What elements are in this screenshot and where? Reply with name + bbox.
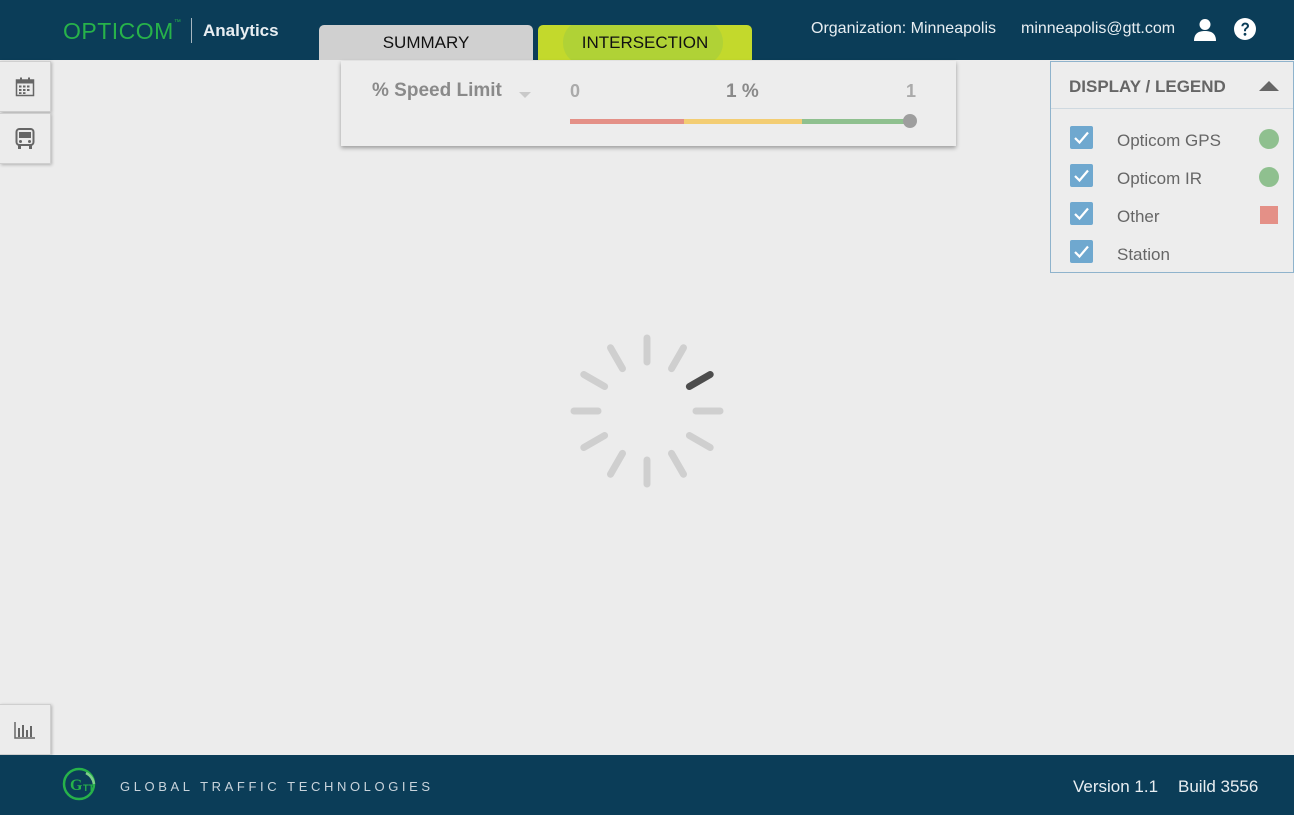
legend-circle-marker — [1259, 129, 1279, 149]
legend-label: Other — [1117, 207, 1160, 226]
legend-item-station: Station — [1051, 234, 1293, 272]
slider-min-label: 0 — [570, 81, 581, 101]
legend-square-marker — [1260, 206, 1278, 224]
metric-dropdown[interactable]: % Speed Limit — [372, 80, 502, 102]
user-icon[interactable] — [1194, 18, 1216, 42]
build-label: Build 3556 — [1178, 777, 1259, 796]
footer-bar: G TT GLOBAL TRAFFIC TECHNOLOGIES Version… — [0, 755, 1294, 815]
help-icon[interactable] — [1234, 18, 1256, 40]
legend-item-other: Other — [1051, 196, 1293, 234]
legend-header[interactable]: DISPLAY / LEGEND — [1051, 62, 1293, 109]
tab-intersection[interactable]: INTERSECTION — [538, 25, 752, 60]
slider-segment-mid — [684, 119, 802, 124]
vehicle-button[interactable] — [0, 113, 51, 164]
checkbox-station[interactable] — [1070, 240, 1093, 263]
checkbox-other[interactable] — [1070, 202, 1093, 225]
svg-text:TT: TT — [83, 783, 94, 793]
checkmark-icon — [1074, 131, 1089, 145]
tab-summary[interactable]: SUMMARY — [319, 25, 533, 60]
checkmark-icon — [1074, 207, 1089, 221]
user-email[interactable]: minneapolis@gtt.com — [1021, 20, 1175, 38]
checkbox-opticom-ir[interactable] — [1070, 164, 1093, 187]
slider-segment-high — [802, 119, 910, 124]
slider-track[interactable] — [570, 119, 910, 124]
bar-chart-icon — [14, 721, 35, 739]
display-legend-panel: DISPLAY / LEGEND Opticom GPS Opticom IR … — [1050, 61, 1294, 273]
slider-value-label: 1 % — [726, 81, 759, 102]
gtt-logo-icon: G TT — [62, 767, 96, 801]
legend-item-opticom-gps: Opticom GPS — [1051, 120, 1293, 158]
version-label: Version 1.1 — [1073, 777, 1159, 796]
opticom-logo: OPTICOM™ — [63, 18, 182, 44]
logo-divider — [191, 18, 192, 43]
legend-label: Opticom IR — [1117, 169, 1203, 188]
loading-spinner-icon — [570, 334, 724, 488]
checkmark-icon — [1074, 169, 1089, 183]
calendar-icon — [15, 77, 35, 96]
slider-max-label: 1 — [906, 81, 917, 101]
checkmark-icon — [1074, 245, 1089, 259]
svg-text:G: G — [70, 777, 83, 794]
organization-label: Organization: Minneapolis — [811, 20, 996, 37]
calendar-button[interactable] — [0, 61, 51, 112]
bus-icon — [15, 127, 35, 149]
legend-item-opticom-ir: Opticom IR — [1051, 158, 1293, 196]
chart-button[interactable] — [0, 704, 51, 755]
chevron-down-icon[interactable] — [519, 92, 531, 98]
speed-filter-panel: % Speed Limit 0 1 % 1 — [341, 61, 956, 146]
product-name: Analytics — [203, 21, 279, 40]
top-bar: OPTICOM™ Analytics SUMMARY INTERSECTION … — [0, 0, 1294, 60]
legend-label: Station — [1117, 245, 1170, 264]
slider-handle[interactable] — [903, 114, 917, 128]
legend-label: Opticom GPS — [1117, 131, 1221, 150]
legend-title: DISPLAY / LEGEND — [1069, 77, 1226, 96]
legend-circle-marker — [1259, 167, 1279, 187]
slider-segment-low — [570, 119, 684, 124]
checkbox-opticom-gps[interactable] — [1070, 126, 1093, 149]
collapse-arrow-icon[interactable] — [1259, 81, 1279, 91]
company-name: GLOBAL TRAFFIC TECHNOLOGIES — [120, 779, 434, 794]
